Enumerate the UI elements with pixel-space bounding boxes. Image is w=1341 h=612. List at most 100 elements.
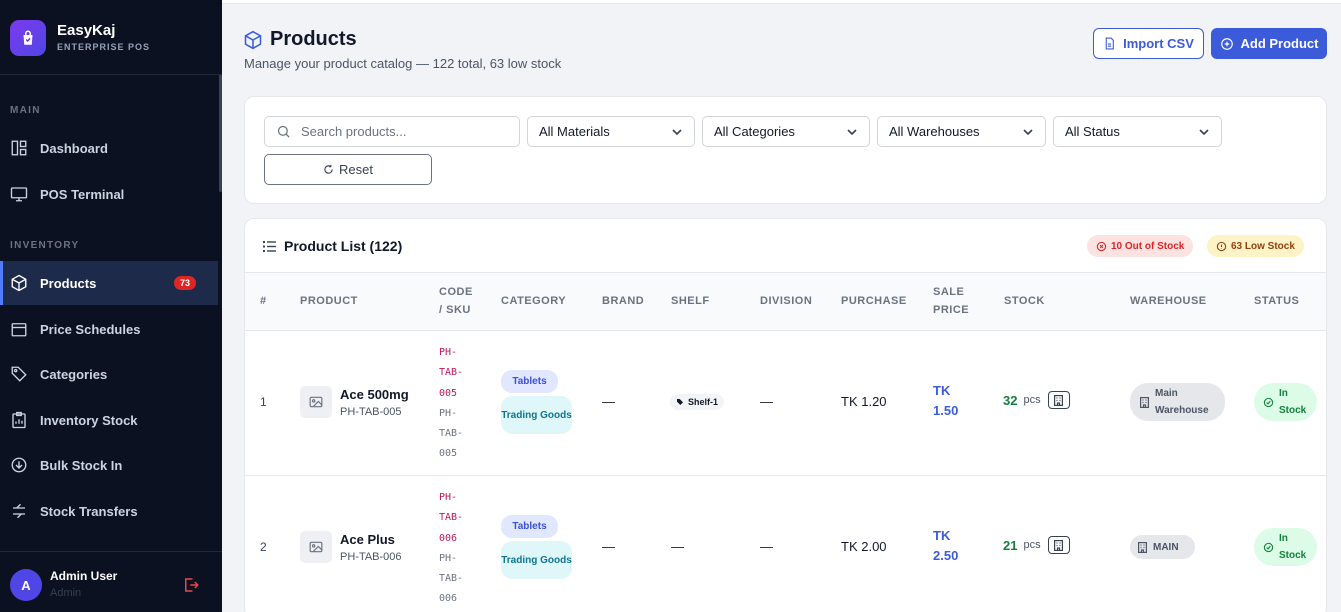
brand-value: — bbox=[602, 394, 615, 409]
check-circle-icon bbox=[1263, 542, 1274, 552]
warehouses-select[interactable]: All Warehouses bbox=[877, 116, 1046, 147]
brand: EasyKaj ENTERPRISE POS bbox=[0, 0, 222, 75]
top-bar bbox=[222, 0, 1341, 4]
col-shelf[interactable]: SHELF bbox=[671, 292, 710, 310]
monitor-icon bbox=[10, 187, 28, 202]
search-input[interactable]: Search products... bbox=[264, 116, 520, 147]
status-line: Stock bbox=[1279, 405, 1307, 416]
box-icon bbox=[244, 30, 262, 49]
user-panel: A Admin User Admin bbox=[0, 551, 222, 612]
sku-line: 006 bbox=[439, 593, 458, 605]
sidebar-item-price-schedules[interactable]: Price Schedules bbox=[0, 307, 218, 351]
building-icon[interactable] bbox=[1047, 536, 1070, 554]
product-code: PH- TAB- 006 PH- TAB- 006 bbox=[439, 488, 479, 610]
sale-currency: TK bbox=[933, 528, 951, 543]
download-circle-icon bbox=[11, 457, 27, 473]
product-sku: PH-TAB-005 bbox=[340, 406, 402, 418]
product-name[interactable]: Ace 500mg bbox=[340, 387, 409, 402]
warehouses-select-value: All Warehouses bbox=[889, 124, 980, 139]
sidebar-item-bulk-stock-in[interactable]: Bulk Stock In bbox=[0, 443, 218, 487]
sidebar-item-label: Bulk Stock In bbox=[40, 457, 123, 473]
category-tag: Tablets bbox=[501, 515, 558, 538]
sale-value: 1.50 bbox=[933, 403, 959, 418]
brand-name: EasyKaj bbox=[57, 22, 116, 39]
col-brand[interactable]: BRAND bbox=[602, 292, 644, 310]
sku-line: PH- bbox=[439, 552, 458, 564]
table-row[interactable]: 1 Ace 500mg PH-TAB-005 PH- TAB- 005 PH- … bbox=[245, 331, 1326, 476]
chevron-down-icon bbox=[1199, 129, 1209, 136]
table-row[interactable]: 2 Ace Plus PH-TAB-006 PH- TAB- 006 PH- T… bbox=[245, 476, 1326, 612]
sku-line: TAB- bbox=[439, 428, 464, 440]
col-code-line2: / SKU bbox=[439, 304, 471, 316]
chevron-down-icon bbox=[1023, 129, 1033, 136]
transfer-icon bbox=[13, 503, 25, 519]
status-line: Stock bbox=[1279, 550, 1307, 561]
sidebar-item-dashboard[interactable]: Dashboard bbox=[0, 126, 218, 170]
stock-unit: pcs bbox=[1023, 539, 1041, 551]
row-number: 1 bbox=[260, 395, 267, 409]
col-status[interactable]: STATUS bbox=[1254, 292, 1299, 310]
warehouse-name: Main Warehouse bbox=[1155, 385, 1209, 419]
code-line: PH- bbox=[439, 492, 458, 503]
products-count-badge: 73 bbox=[173, 276, 196, 290]
dashboard-icon bbox=[11, 140, 27, 156]
col-code[interactable]: CODE / SKU bbox=[439, 283, 473, 319]
status-badge: In Stock bbox=[1254, 383, 1317, 421]
chevron-down-icon bbox=[672, 129, 682, 136]
sidebar-item-pos-terminal[interactable]: POS Terminal bbox=[0, 172, 218, 216]
materials-select[interactable]: All Materials bbox=[527, 116, 695, 147]
product-list-title-text: Product List (122) bbox=[284, 238, 403, 254]
sidebar-item-products[interactable]: Products 73 bbox=[0, 261, 218, 305]
search-placeholder: Search products... bbox=[301, 124, 407, 139]
col-category[interactable]: CATEGORY bbox=[501, 292, 566, 310]
section-label-inventory: INVENTORY bbox=[10, 240, 80, 251]
add-product-button[interactable]: Add Product bbox=[1211, 28, 1327, 59]
reset-button[interactable]: Reset bbox=[264, 154, 432, 185]
out-of-stock-badge[interactable]: 10 Out of Stock bbox=[1087, 235, 1194, 257]
out-of-stock-text: 10 Out of Stock bbox=[1111, 240, 1185, 252]
col-division[interactable]: DIVISION bbox=[760, 292, 812, 310]
search-icon bbox=[277, 125, 290, 138]
sidebar-item-label: Products bbox=[40, 275, 97, 291]
col-stock[interactable]: STOCK bbox=[1004, 292, 1045, 310]
calendar-icon bbox=[11, 323, 27, 337]
logout-icon[interactable] bbox=[182, 576, 200, 594]
sidebar-item-categories[interactable]: Categories bbox=[0, 352, 218, 396]
col-purchase[interactable]: PURCHASE bbox=[841, 292, 907, 310]
col-code-line1: CODE bbox=[439, 286, 473, 298]
col-warehouse[interactable]: WAREHOUSE bbox=[1130, 292, 1207, 310]
product-name[interactable]: Ace Plus bbox=[340, 532, 395, 547]
sidebar-item-stock-transfers[interactable]: Stock Transfers bbox=[0, 489, 218, 533]
sidebar-item-label: Stock Transfers bbox=[40, 503, 138, 519]
warehouse-line: Main bbox=[1155, 388, 1178, 399]
brand-subtitle: ENTERPRISE POS bbox=[57, 42, 151, 52]
category-tag: Tablets bbox=[501, 370, 558, 393]
col-product[interactable]: PRODUCT bbox=[300, 292, 358, 310]
purchase-price: TK 1.20 bbox=[841, 394, 887, 409]
categories-select[interactable]: All Categories bbox=[702, 116, 870, 147]
sidebar-item-label: Inventory Stock bbox=[40, 412, 138, 428]
low-stock-badge[interactable]: 63 Low Stock bbox=[1207, 235, 1304, 257]
categories-select-value: All Categories bbox=[714, 124, 795, 139]
status-line: In bbox=[1279, 533, 1288, 544]
warehouse-badge: MAIN bbox=[1130, 535, 1195, 559]
status-select[interactable]: All Status bbox=[1053, 116, 1222, 147]
clipboard-icon bbox=[12, 411, 26, 429]
stock-unit: pcs bbox=[1023, 394, 1041, 406]
sidebar-item-label: Price Schedules bbox=[40, 321, 141, 337]
avatar[interactable]: A bbox=[10, 569, 42, 601]
building-icon[interactable] bbox=[1047, 391, 1070, 409]
import-csv-button[interactable]: Import CSV bbox=[1093, 28, 1204, 59]
sidebar-item-label: POS Terminal bbox=[40, 186, 125, 202]
product-sku: PH-TAB-006 bbox=[340, 551, 402, 563]
sidebar-item-inventory-stock[interactable]: Inventory Stock bbox=[0, 398, 218, 442]
sidebar-scrollbar[interactable] bbox=[219, 74, 222, 192]
col-sale-price[interactable]: SALE PRICE bbox=[933, 283, 969, 319]
tag-icon bbox=[677, 399, 683, 405]
purchase-price: TK 2.00 bbox=[841, 539, 887, 554]
sidebar: EasyKaj ENTERPRISE POS MAIN Dashboard PO… bbox=[0, 0, 222, 612]
low-stock-text: 63 Low Stock bbox=[1231, 240, 1295, 252]
code-line: 006 bbox=[439, 532, 458, 544]
info-circle-icon bbox=[1216, 241, 1227, 251]
division-value: — bbox=[760, 539, 773, 554]
